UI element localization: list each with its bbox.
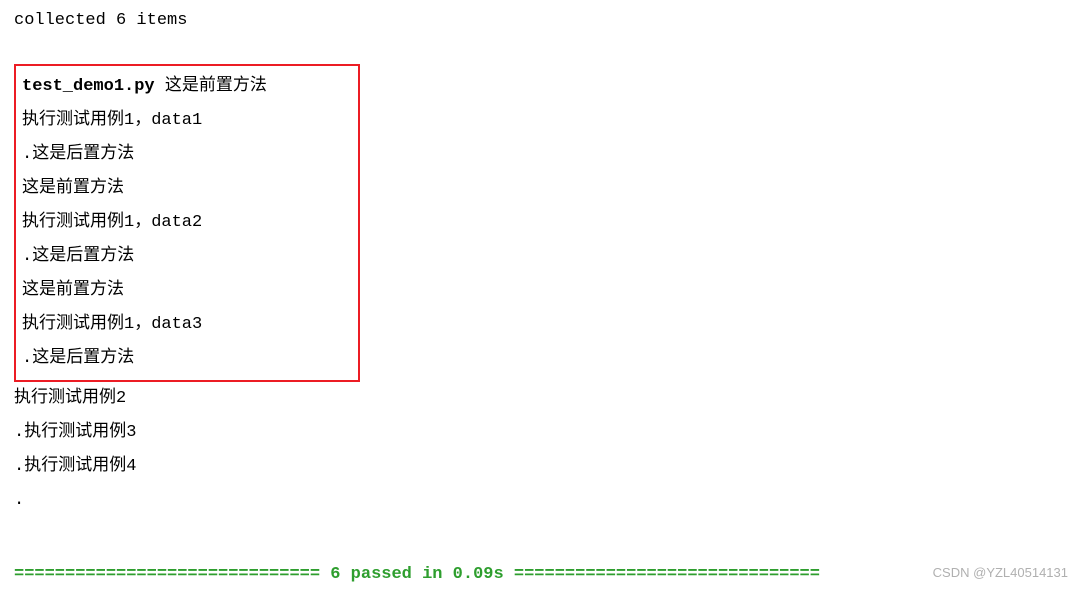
- highlighted-output-box: test_demo1.py 这是前置方法 执行测试用例1，data1 .这是后置…: [14, 64, 360, 382]
- output-line: 执行测试用例1，data3: [22, 308, 352, 342]
- output-line: 执行测试用例2: [14, 382, 1072, 416]
- output-line: .执行测试用例4: [14, 450, 1072, 484]
- output-line: 这是前置方法: [22, 172, 352, 206]
- test-summary-line: ============================== 6 passed …: [14, 558, 1072, 592]
- csdn-watermark: CSDN @YZL40514131: [933, 560, 1068, 586]
- setup-text-after-file: 这是前置方法: [155, 77, 267, 96]
- output-line: 执行测试用例1，data2: [22, 206, 352, 240]
- summary-right-deco: ==============================: [504, 565, 820, 584]
- output-line: .这是后置方法: [22, 342, 352, 376]
- output-line: .这是后置方法: [22, 240, 352, 274]
- output-line: .: [14, 484, 1072, 518]
- output-line: 这是前置方法: [22, 274, 352, 308]
- first-file-line: test_demo1.py 这是前置方法: [22, 70, 352, 104]
- collected-items-line: collected 6 items: [14, 4, 1072, 38]
- output-line: .这是后置方法: [22, 138, 352, 172]
- output-line: .执行测试用例3: [14, 416, 1072, 450]
- file-name: test_demo1.py: [22, 77, 155, 96]
- summary-result: 6 passed in 0.09s: [330, 565, 503, 584]
- summary-left-deco: ==============================: [14, 565, 330, 584]
- output-line: 执行测试用例1，data1: [22, 104, 352, 138]
